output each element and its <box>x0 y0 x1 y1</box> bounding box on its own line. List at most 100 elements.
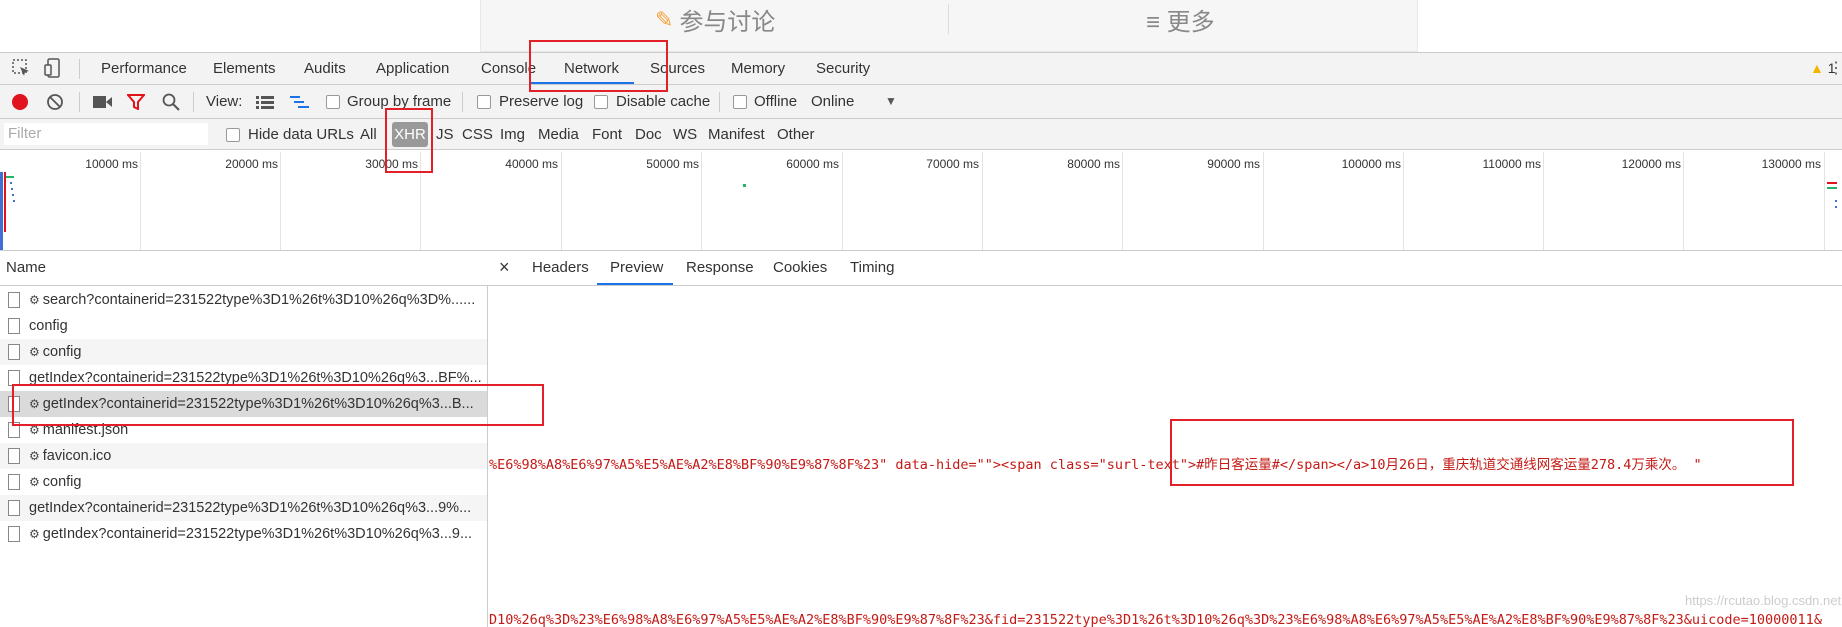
annotation-box-selected-request <box>12 384 544 426</box>
filter-type-ws[interactable]: WS <box>673 126 697 143</box>
record-button[interactable] <box>12 94 28 110</box>
timeline-tick: 110000 ms <box>1482 157 1541 171</box>
hide-data-urls-label: Hide data URLs <box>248 126 354 143</box>
timeline-tick: 40000 ms <box>505 157 558 171</box>
filter-type-font[interactable]: Font <box>592 126 622 143</box>
request-row[interactable]: ⚙ config <box>0 469 487 495</box>
request-name: search?containerid=231522type%3D1%26t%3D… <box>42 292 476 308</box>
offline-label: Offline <box>754 93 798 110</box>
device-toolbar-icon[interactable] <box>44 58 62 80</box>
tab-response[interactable]: Response <box>686 259 754 276</box>
request-name: getIndex?containerid=231522type%3D1%26t%… <box>42 526 473 542</box>
file-icon <box>8 448 20 464</box>
large-rows-icon[interactable] <box>256 95 274 109</box>
discuss-label: 参与讨论 <box>679 9 776 36</box>
file-icon <box>8 344 20 360</box>
disable-cache-checkbox[interactable] <box>594 95 608 109</box>
clear-icon[interactable] <box>46 93 64 111</box>
more-button[interactable]: ≡ 更多 <box>1146 2 1215 37</box>
capture-screenshots-icon[interactable] <box>93 95 113 109</box>
overview-waterfall-icon[interactable] <box>290 95 310 109</box>
timeline-gridline <box>1263 152 1264 250</box>
preserve-log-checkbox[interactable] <box>477 95 491 109</box>
edit-icon: ✎ <box>655 6 674 32</box>
timeline-tick: 60000 ms <box>786 157 839 171</box>
timeline-request-dot <box>743 184 746 187</box>
tab-preview[interactable]: Preview <box>610 259 663 276</box>
page-action-divider <box>948 4 949 34</box>
timeline-gridline <box>1403 152 1404 250</box>
timeline-tick: 20000 ms <box>225 157 278 171</box>
discuss-button[interactable]: ✎ 参与讨论 <box>655 2 775 37</box>
request-row[interactable]: config <box>0 313 487 339</box>
disable-cache-label: Disable cache <box>616 93 711 110</box>
request-row[interactable]: ⚙ search?containerid=231522type%3D1%26t%3… <box>0 287 487 313</box>
gear-icon: ⚙ <box>29 293 40 307</box>
tab-memory[interactable]: Memory <box>731 60 785 77</box>
tab-timing[interactable]: Timing <box>850 259 894 276</box>
tab-security[interactable]: Security <box>816 60 870 77</box>
filter-type-img[interactable]: Img <box>500 126 525 143</box>
offline-checkbox[interactable] <box>733 95 747 109</box>
chevron-down-icon[interactable]: ▼ <box>885 94 897 108</box>
tab-performance[interactable]: Performance <box>101 60 187 77</box>
filter-type-css[interactable]: CSS <box>462 126 493 143</box>
hide-data-urls-checkbox[interactable] <box>226 128 240 142</box>
more-options-icon[interactable]: ⋮ <box>1828 58 1842 78</box>
preview-line: D10%26q%3D%23%E6%98%A8%E6%97%A5%E5%AE%A2… <box>489 612 1822 627</box>
request-row[interactable]: ⚙ config <box>0 339 487 365</box>
timeline-request-bars <box>0 172 15 250</box>
filter-type-all[interactable]: All <box>360 126 377 143</box>
timeline-request-bars-end <box>1827 182 1837 208</box>
filter-input[interactable]: Filter <box>4 123 208 145</box>
tab-headers[interactable]: Headers <box>532 259 589 276</box>
request-name: favicon.ico <box>42 448 112 464</box>
timeline-gridline <box>1543 152 1544 250</box>
toolbar-separator <box>462 92 463 112</box>
timeline-tick: 130000 ms <box>1761 157 1821 171</box>
request-name: getIndex?containerid=231522type%3D1%26t%… <box>29 500 472 516</box>
filter-type-manifest[interactable]: Manifest <box>708 126 765 143</box>
annotation-box-xhr-filter <box>385 108 433 173</box>
tab-separator <box>79 59 80 79</box>
view-label: View: <box>206 93 243 110</box>
group-by-frame-checkbox[interactable] <box>326 95 340 109</box>
timeline-tick: 120000 ms <box>1621 157 1681 171</box>
file-icon <box>8 474 20 490</box>
requests-name-column-header[interactable]: Name <box>0 251 488 286</box>
preserve-log-label: Preserve log <box>499 93 584 110</box>
request-row[interactable]: ⚙ getIndex?containerid=231522type%3D1%26t… <box>0 521 487 547</box>
request-row[interactable]: ⚙ favicon.ico <box>0 443 487 469</box>
request-name: config <box>29 318 68 334</box>
timeline-gridline <box>701 152 702 250</box>
filter-type-js[interactable]: JS <box>436 126 454 143</box>
tab-application[interactable]: Application <box>376 60 449 77</box>
close-icon[interactable]: × <box>499 257 510 278</box>
tab-audits[interactable]: Audits <box>304 60 346 77</box>
warning-icon: ▲ <box>1810 60 1824 76</box>
request-row[interactable]: getIndex?containerid=231522type%3D1%26t%… <box>0 495 487 521</box>
timeline-gridline <box>842 152 843 250</box>
filter-type-other[interactable]: Other <box>777 126 815 143</box>
toolbar-separator <box>79 92 80 112</box>
timeline-gridline <box>1683 152 1684 250</box>
tab-console[interactable]: Console <box>481 60 536 77</box>
inspect-element-icon[interactable] <box>12 59 32 79</box>
active-detail-tab-indicator <box>597 283 673 285</box>
tab-cookies[interactable]: Cookies <box>773 259 827 276</box>
filter-icon[interactable] <box>127 94 145 110</box>
timeline-tick: 70000 ms <box>926 157 979 171</box>
request-name: config <box>42 344 82 360</box>
gear-icon: ⚙ <box>29 345 40 359</box>
annotation-box-network-tab <box>529 40 668 92</box>
filter-type-doc[interactable]: Doc <box>635 126 662 143</box>
file-icon <box>8 318 20 334</box>
file-icon <box>8 292 20 308</box>
timeline-tick: 10000 ms <box>85 157 138 171</box>
filter-type-media[interactable]: Media <box>538 126 579 143</box>
tab-elements[interactable]: Elements <box>213 60 276 77</box>
search-icon[interactable] <box>162 93 180 111</box>
gear-icon: ⚙ <box>29 475 40 489</box>
timeline-gridline <box>561 152 562 250</box>
throttling-select[interactable]: Online <box>811 93 854 110</box>
